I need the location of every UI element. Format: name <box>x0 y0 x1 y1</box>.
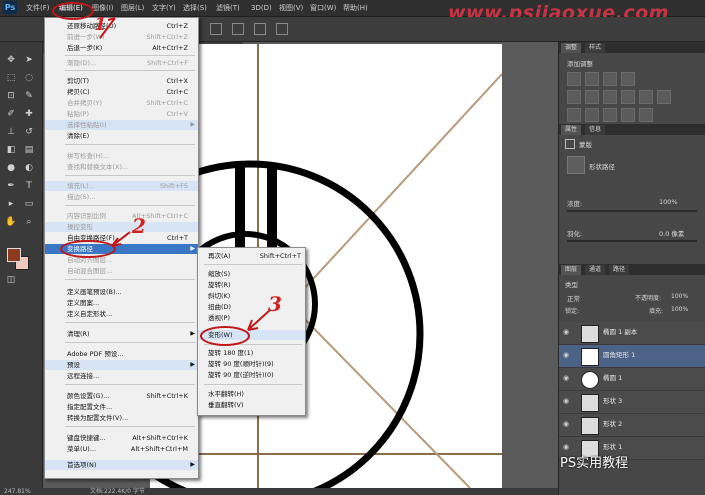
annotation-arrow-3 <box>247 309 271 331</box>
annotation-strokes <box>99 17 271 331</box>
annotation-arrow-2 <box>111 231 131 247</box>
annotation-arrow-1 <box>99 17 116 39</box>
